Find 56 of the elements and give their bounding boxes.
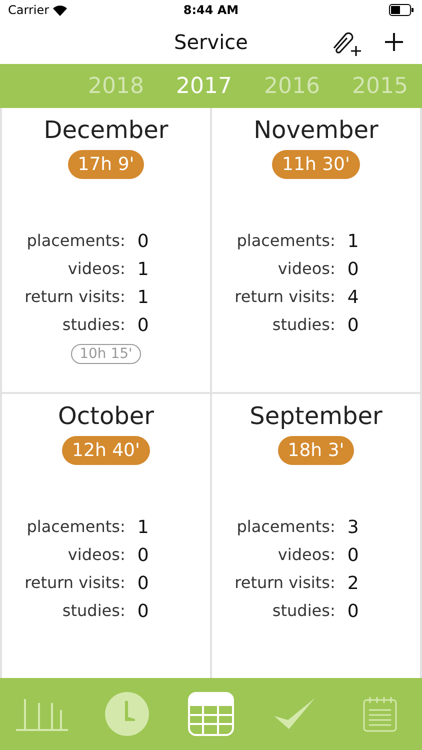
stat-label: videos: bbox=[66, 545, 126, 566]
month-name: November bbox=[254, 116, 378, 144]
stat-label: return visits: bbox=[234, 287, 336, 308]
stat-label: placements: bbox=[26, 517, 126, 538]
screen-title: Service bbox=[174, 30, 248, 54]
month-card[interactable]: December 17h 9' placements: 0 videos: 1 return visits: 1 studies: 0 10h 15' bbox=[2, 108, 210, 392]
stat-value: 0 bbox=[137, 315, 150, 336]
stat-value: 1 bbox=[137, 517, 150, 538]
stat-label: placements: bbox=[236, 231, 336, 252]
stat-value: 4 bbox=[347, 287, 360, 308]
stat-value: 0 bbox=[137, 545, 150, 566]
status-time: 8:44 AM bbox=[183, 3, 239, 17]
bar-chart-icon bbox=[15, 697, 70, 731]
month-name: December bbox=[44, 116, 168, 144]
stat-label: return visits: bbox=[24, 287, 126, 308]
stat-value: 2 bbox=[347, 573, 360, 594]
stat-label: videos: bbox=[66, 259, 126, 280]
month-card[interactable]: November 11h 30' placements: 1 videos: 0 return visits: 4 studies: 0 bbox=[212, 108, 420, 392]
month-card[interactable]: September 18h 3' placements: 3 videos: 0 return visits: 2 studies: 0 bbox=[212, 394, 420, 678]
battery-icon bbox=[388, 4, 414, 16]
table-icon bbox=[188, 692, 234, 736]
notepad-icon bbox=[362, 696, 397, 732]
stat-label: studies: bbox=[61, 601, 126, 622]
carrier-label: Carrier bbox=[8, 3, 50, 17]
hours-badge: 18h 3' bbox=[278, 436, 354, 465]
checkmark-icon bbox=[274, 698, 316, 730]
month-name: October bbox=[58, 402, 154, 430]
hours-badge: 17h 9' bbox=[68, 150, 144, 179]
stat-value: 0 bbox=[137, 601, 150, 622]
extra-hours-badge: 10h 15' bbox=[70, 344, 142, 364]
stat-value: 0 bbox=[347, 315, 360, 336]
hours-badge: 11h 30' bbox=[272, 150, 360, 179]
stat-value: 1 bbox=[347, 231, 360, 252]
stat-value: 0 bbox=[137, 231, 150, 252]
stat-label: return visits: bbox=[234, 573, 336, 594]
stat-label: return visits: bbox=[24, 573, 126, 594]
stat-label: studies: bbox=[271, 601, 336, 622]
month-card[interactable]: October 12h 40' placements: 1 videos: 0 return visits: 0 studies: 0 bbox=[2, 394, 210, 678]
stat-label: studies: bbox=[61, 315, 126, 336]
stat-value: 1 bbox=[137, 259, 150, 280]
stat-label: placements: bbox=[26, 231, 126, 252]
stat-value: 1 bbox=[137, 287, 150, 308]
stat-value: 0 bbox=[347, 259, 360, 280]
wifi-icon bbox=[53, 4, 68, 16]
month-name: September bbox=[250, 402, 382, 430]
hours-badge: 12h 40' bbox=[62, 436, 150, 465]
stat-label: studies: bbox=[271, 315, 336, 336]
stat-value: 0 bbox=[347, 545, 360, 566]
stat-label: videos: bbox=[276, 545, 336, 566]
stat-value: 0 bbox=[137, 573, 150, 594]
stat-value: 3 bbox=[347, 517, 360, 538]
clock-icon bbox=[104, 691, 150, 737]
stat-value: 0 bbox=[347, 601, 360, 622]
stat-label: videos: bbox=[276, 259, 336, 280]
add-icon[interactable] bbox=[384, 32, 404, 52]
stat-label: placements: bbox=[236, 517, 336, 538]
